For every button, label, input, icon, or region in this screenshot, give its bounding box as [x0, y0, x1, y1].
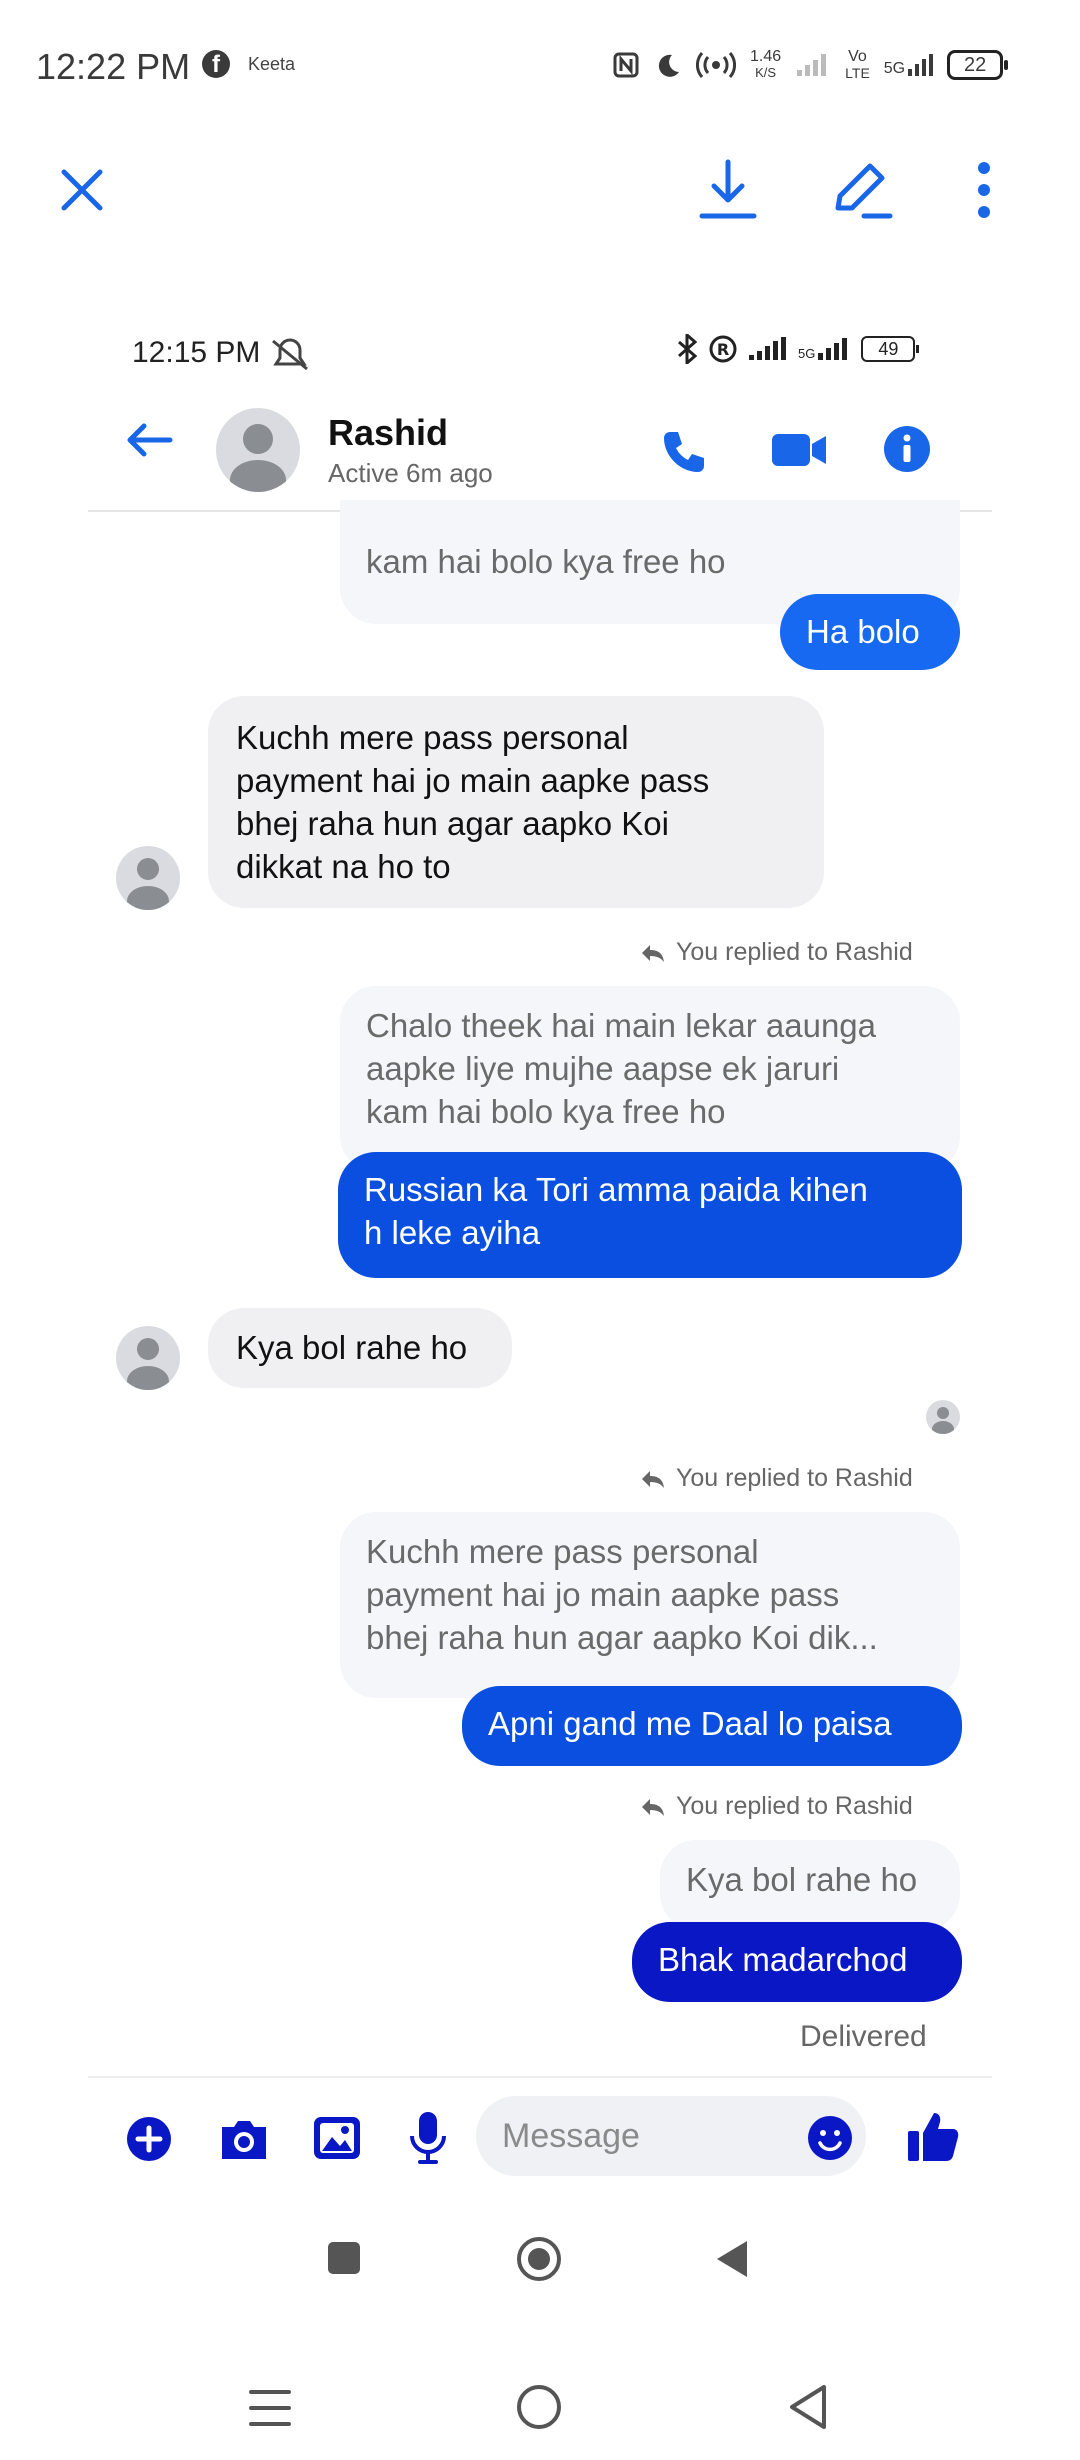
phone-icon: [660, 428, 708, 476]
emoji-icon: [806, 2114, 854, 2162]
message-sent[interactable]: Ha bolo: [780, 594, 960, 670]
close-icon: [59, 167, 105, 213]
reply-note: You replied to Rashid: [640, 938, 913, 967]
sender-avatar: [116, 846, 180, 910]
facebook-icon: f: [202, 50, 230, 78]
plus-icon: [126, 2116, 172, 2162]
recents-icon: [327, 2241, 361, 2275]
contact-avatar[interactable]: [216, 408, 300, 492]
camera-button[interactable]: [218, 2116, 270, 2162]
home-icon: [516, 2384, 562, 2430]
inner-battery: 49: [861, 336, 920, 362]
info-button[interactable]: [882, 424, 932, 474]
menu-icon: [249, 2388, 291, 2428]
status-time: 12:22 PM: [36, 46, 191, 87]
close-button[interactable]: [42, 150, 122, 230]
download-icon: [698, 158, 758, 222]
reply-note: You replied to Rashid: [640, 1792, 913, 1821]
quoted-message: Kya bol rahe ho: [660, 1840, 960, 1930]
message-sent[interactable]: Apni gand me Daal lo paisa: [462, 1686, 962, 1766]
inner-back-button: [712, 2238, 752, 2280]
gallery-icon: [312, 2115, 362, 2161]
inner-status-icons: R 5G 49: [676, 334, 920, 364]
info-icon: [882, 424, 932, 474]
message-sent[interactable]: Bhak madarchod: [632, 1922, 962, 2002]
message-received[interactable]: Kya bol rahe ho: [208, 1308, 512, 1388]
edit-button[interactable]: [822, 150, 902, 230]
home-icon: [515, 2235, 563, 2283]
composer-divider: [88, 2076, 992, 2078]
contact-name[interactable]: Rashid: [328, 412, 448, 454]
hotspot-icon: [696, 51, 736, 79]
contact-active-status: Active 6m ago: [328, 458, 493, 488]
home-button[interactable]: [514, 2380, 564, 2434]
like-button[interactable]: [906, 2108, 960, 2164]
more-options-button[interactable]: [944, 150, 1024, 230]
add-button[interactable]: [126, 2116, 172, 2162]
status-icons: 1.46 K/S Vo LTE 5G 22: [612, 40, 1009, 90]
moon-icon: [654, 51, 682, 79]
mic-icon: [408, 2110, 448, 2166]
quoted-message: Kuchh mere pass personal payment hai jo …: [340, 1512, 960, 1698]
more-icon: [976, 160, 992, 220]
volte-indicator: Vo LTE: [845, 48, 870, 82]
voice-button[interactable]: [408, 2110, 448, 2166]
nfc-icon: [612, 51, 640, 79]
back-icon: [715, 2239, 749, 2279]
back-arrow-icon: [124, 420, 174, 460]
sender-avatar: [116, 1326, 180, 1390]
bluetooth-icon: [676, 334, 698, 364]
message-received[interactable]: Kuchh mere pass personal payment hai jo …: [208, 696, 824, 908]
call-button[interactable]: [660, 428, 708, 476]
notification-app-label: Keeta: [248, 54, 296, 74]
menu-button[interactable]: [246, 2384, 294, 2432]
battery-indicator: 22: [947, 50, 1009, 80]
reply-icon: [640, 1797, 666, 1817]
message-sent[interactable]: Russian ka Tori amma paida kihen h leke …: [338, 1152, 962, 1278]
seen-avatar: [926, 1400, 960, 1434]
inner-status-time: 12:15 PM: [132, 336, 261, 369]
reply-note: You replied to Rashid: [640, 1464, 913, 1493]
quoted-message: Chalo theek hai main lekar aaunga aapke …: [340, 986, 960, 1172]
mute-icon: [270, 338, 310, 372]
delivered-status: Delivered: [800, 2020, 927, 2053]
back-button[interactable]: [124, 420, 174, 460]
back-icon: [788, 2383, 828, 2431]
reply-icon: [640, 943, 666, 963]
signal-icon: [748, 337, 788, 361]
svg-text:R: R: [717, 340, 729, 359]
camera-icon: [218, 2117, 270, 2161]
emoji-button[interactable]: [806, 2114, 854, 2162]
like-icon: [906, 2109, 960, 2163]
video-icon: [770, 430, 828, 470]
fiveg-signal: 5G: [884, 53, 934, 77]
edit-icon: [830, 158, 894, 222]
back-button-nav[interactable]: [786, 2380, 830, 2434]
inner-home-button: [514, 2234, 564, 2284]
gallery-button[interactable]: [312, 2114, 362, 2162]
inner-fiveg-signal: 5G: [798, 337, 851, 361]
download-button[interactable]: [688, 150, 768, 230]
registered-icon: R: [708, 334, 738, 364]
signal-weak-icon: [795, 52, 831, 78]
reply-icon: [640, 1469, 666, 1489]
video-call-button[interactable]: [770, 430, 828, 470]
inner-recents-button: [326, 2240, 362, 2276]
network-speed: 1.46 K/S: [750, 48, 782, 81]
